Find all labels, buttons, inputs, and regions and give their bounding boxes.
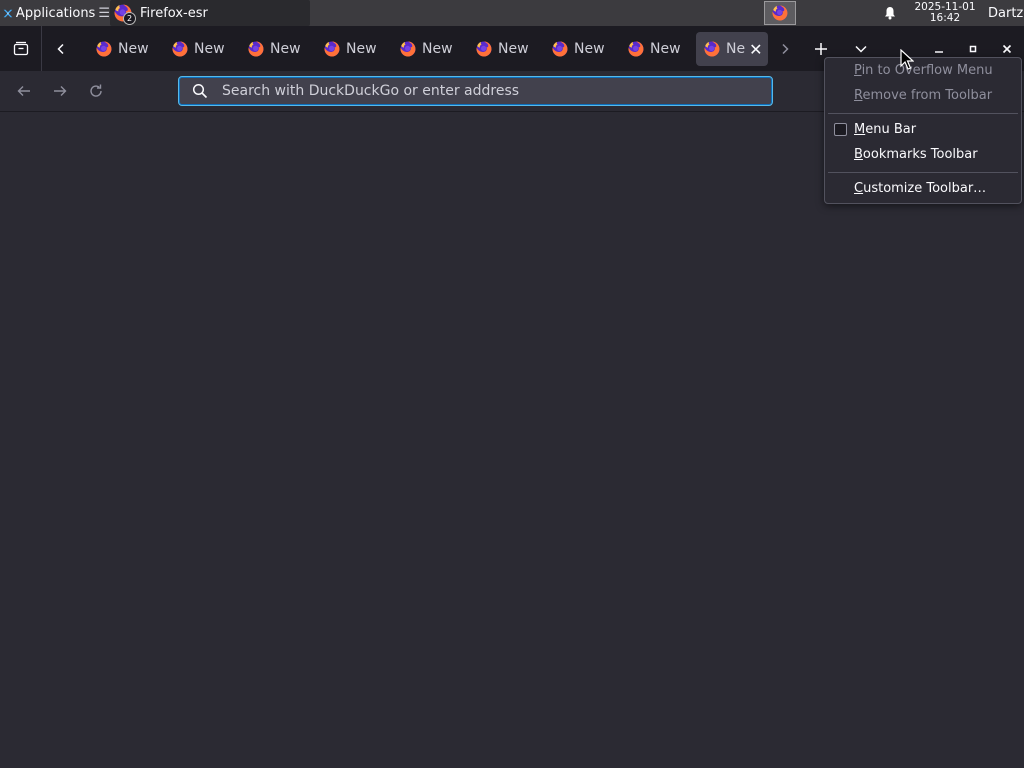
- tab[interactable]: New: [164, 32, 236, 66]
- menu-bar-menu-item[interactable]: Menu Bar: [825, 118, 1021, 140]
- maximize-icon: [969, 45, 977, 52]
- toolbar-context-menu: Pin to Overflow Menu Remove from Toolbar…: [824, 57, 1022, 204]
- applications-logo-icon: [3, 9, 13, 17]
- search-icon: [192, 83, 208, 99]
- tab-title: New: [498, 41, 529, 57]
- tab-title: New: [422, 41, 453, 57]
- firefox-icon: [248, 41, 264, 57]
- firefox-icon: [96, 41, 112, 57]
- address-bar[interactable]: [178, 76, 773, 106]
- firefox-icon: [552, 41, 568, 57]
- tab-title: New: [118, 41, 149, 57]
- tab-title: New: [574, 41, 605, 57]
- menu-item-label: Bookmarks Toolbar: [854, 146, 978, 162]
- applications-label: Applications: [15, 5, 96, 21]
- tab-title: Ne: [726, 41, 746, 57]
- chevron-right-icon: [782, 43, 789, 54]
- taskbar-window-title: Firefox-esr: [140, 5, 208, 21]
- scroll-tabs-right-button[interactable]: [770, 26, 800, 71]
- scroll-tabs-left-button[interactable]: [44, 26, 78, 71]
- reload-icon: [90, 84, 102, 97]
- back-button[interactable]: [8, 75, 40, 107]
- system-panel: Applications ☰ 2 Firefox-esr 2025-11-01 …: [0, 0, 1024, 26]
- tab[interactable]: New: [316, 32, 388, 66]
- menu-item-label: Menu Bar: [854, 121, 917, 137]
- firefox-icon: 2: [114, 4, 136, 25]
- mouse-cursor-icon: [900, 49, 914, 70]
- back-arrow-icon: [17, 86, 30, 96]
- bell-icon: [885, 7, 895, 20]
- close-tab-icon[interactable]: ✕: [749, 40, 762, 59]
- firefox-icon: [400, 41, 416, 57]
- firefox-icon: [172, 41, 188, 57]
- tab-title: New: [270, 41, 301, 57]
- plus-icon: [815, 42, 827, 55]
- forward-button[interactable]: [44, 75, 76, 107]
- tray-firefox-button[interactable]: [764, 1, 796, 25]
- bookmarks-toolbar-menu-item[interactable]: Bookmarks Toolbar: [825, 143, 1021, 165]
- close-icon: [1002, 44, 1012, 53]
- tab-title: New: [194, 41, 225, 57]
- remove-from-toolbar-menu-item[interactable]: Remove from Toolbar: [825, 84, 1021, 106]
- tab[interactable]: New: [392, 32, 464, 66]
- applications-menu-button[interactable]: Applications ☰: [0, 0, 110, 26]
- page-content[interactable]: [0, 112, 1024, 768]
- pin-to-overflow-menu-item[interactable]: Pin to Overflow Menu: [825, 59, 1021, 81]
- tab[interactable]: New: [544, 32, 616, 66]
- window-count-badge: 2: [123, 12, 136, 25]
- chevron-left-icon: [57, 43, 64, 54]
- firefox-icon: [772, 5, 788, 21]
- firefox-icon: [324, 41, 340, 57]
- chevron-down-icon: [855, 45, 867, 53]
- firefox-icon: [476, 41, 492, 57]
- tab-title: New: [650, 41, 681, 57]
- firefox-icon: [628, 41, 644, 57]
- menu-item-label: Pin to Overflow Menu: [854, 62, 993, 78]
- tab[interactable]: New: [240, 32, 312, 66]
- reload-button[interactable]: [80, 75, 112, 107]
- notifications-button[interactable]: [880, 0, 900, 26]
- customize-toolbar-menu-item[interactable]: Customize Toolbar…: [825, 177, 1021, 199]
- clock-time: 16:42: [929, 12, 961, 24]
- firefox-view-button[interactable]: [0, 26, 42, 71]
- applications-separator: ☰: [98, 5, 110, 21]
- tab[interactable]: New: [88, 32, 160, 66]
- user-menu[interactable]: Dartz: [988, 0, 1024, 26]
- menu-separator: [828, 113, 1018, 114]
- minimize-icon: [935, 50, 943, 53]
- forward-arrow-icon: [54, 86, 67, 96]
- tab[interactable]: New: [620, 32, 692, 66]
- taskbar-firefox-button[interactable]: 2 Firefox-esr: [110, 0, 310, 26]
- firefox-icon: [704, 41, 720, 57]
- tab[interactable]: New: [468, 32, 540, 66]
- tab-title: New: [346, 41, 377, 57]
- tab-list-icon: [13, 41, 28, 55]
- menu-bar-checkbox[interactable]: [834, 122, 847, 136]
- address-input[interactable]: [220, 82, 772, 100]
- tab-selected[interactable]: Ne ✕: [696, 32, 768, 66]
- menu-item-label: Remove from Toolbar: [854, 87, 993, 103]
- menu-separator: [828, 172, 1018, 173]
- menu-item-label: Customize Toolbar…: [854, 180, 987, 196]
- clock[interactable]: 2025-11-01 16:42: [906, 0, 984, 26]
